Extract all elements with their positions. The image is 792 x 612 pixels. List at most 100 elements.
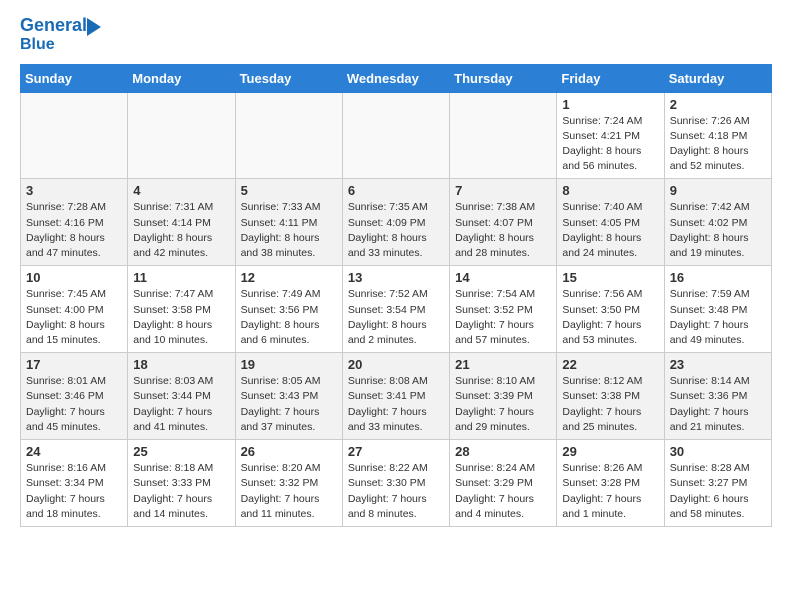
day-info: Sunrise: 8:03 AM Sunset: 3:44 PM Dayligh… [133, 374, 229, 435]
calendar-table: SundayMondayTuesdayWednesdayThursdayFrid… [20, 64, 772, 527]
calendar-cell: 16 Sunrise: 7:59 AM Sunset: 3:48 PM Dayli… [664, 266, 771, 353]
calendar-cell: 13 Sunrise: 7:52 AM Sunset: 3:54 PM Dayli… [342, 266, 449, 353]
calendar-cell: 3 Sunrise: 7:28 AM Sunset: 4:16 PM Daylig… [21, 179, 128, 266]
calendar-cell: 2Sunrise: 7:26 AM Sunset: 4:18 PM Daylig… [664, 92, 771, 179]
day-number: 14 [455, 270, 551, 285]
calendar-cell: 12 Sunrise: 7:49 AM Sunset: 3:56 PM Dayli… [235, 266, 342, 353]
day-number: 30 [670, 444, 766, 459]
weekday-header-saturday: Saturday [664, 64, 771, 92]
day-number: 26 [241, 444, 337, 459]
weekday-header-wednesday: Wednesday [342, 64, 449, 92]
calendar-cell: 15 Sunrise: 7:56 AM Sunset: 3:50 PM Dayli… [557, 266, 664, 353]
calendar-cell: 6 Sunrise: 7:35 AM Sunset: 4:09 PM Daylig… [342, 179, 449, 266]
weekday-header-friday: Friday [557, 64, 664, 92]
header: General Blue [20, 16, 772, 54]
day-number: 2 [670, 97, 766, 112]
day-number: 4 [133, 183, 229, 198]
day-number: 3 [26, 183, 122, 198]
logo-text-blue: Blue [20, 36, 55, 54]
calendar-cell [235, 92, 342, 179]
weekday-header-row: SundayMondayTuesdayWednesdayThursdayFrid… [21, 64, 772, 92]
calendar-cell [450, 92, 557, 179]
day-number: 1 [562, 97, 658, 112]
calendar-cell: 25 Sunrise: 8:18 AM Sunset: 3:33 PM Dayli… [128, 440, 235, 527]
calendar-cell: 24Sunrise: 8:16 AM Sunset: 3:34 PM Dayli… [21, 440, 128, 527]
day-info: Sunrise: 8:26 AM Sunset: 3:28 PM Dayligh… [562, 461, 658, 522]
calendar-cell [21, 92, 128, 179]
day-number: 21 [455, 357, 551, 372]
calendar-cell: 23 Sunrise: 8:14 AM Sunset: 3:36 PM Dayli… [664, 353, 771, 440]
day-info: Sunrise: 7:42 AM Sunset: 4:02 PM Dayligh… [670, 200, 766, 261]
calendar-cell: 19 Sunrise: 8:05 AM Sunset: 3:43 PM Dayli… [235, 353, 342, 440]
weekday-header-sunday: Sunday [21, 64, 128, 92]
day-number: 5 [241, 183, 337, 198]
day-number: 18 [133, 357, 229, 372]
calendar-cell: 8 Sunrise: 7:40 AM Sunset: 4:05 PM Daylig… [557, 179, 664, 266]
day-number: 25 [133, 444, 229, 459]
calendar-cell: 27Sunrise: 8:22 AM Sunset: 3:30 PM Dayli… [342, 440, 449, 527]
calendar-cell: 1 Sunrise: 7:24 AM Sunset: 4:21 PM Daylig… [557, 92, 664, 179]
day-number: 20 [348, 357, 444, 372]
day-info: Sunrise: 7:35 AM Sunset: 4:09 PM Dayligh… [348, 200, 444, 261]
day-number: 10 [26, 270, 122, 285]
day-info: Sunrise: 8:14 AM Sunset: 3:36 PM Dayligh… [670, 374, 766, 435]
calendar-cell: 20 Sunrise: 8:08 AM Sunset: 3:41 PM Dayli… [342, 353, 449, 440]
calendar-cell: 10Sunrise: 7:45 AM Sunset: 4:00 PM Dayli… [21, 266, 128, 353]
calendar-cell: 21 Sunrise: 8:10 AM Sunset: 3:39 PM Dayli… [450, 353, 557, 440]
calendar-cell: 5 Sunrise: 7:33 AM Sunset: 4:11 PM Daylig… [235, 179, 342, 266]
calendar-week-2: 3 Sunrise: 7:28 AM Sunset: 4:16 PM Daylig… [21, 179, 772, 266]
day-info: Sunrise: 7:49 AM Sunset: 3:56 PM Dayligh… [241, 287, 337, 348]
day-number: 19 [241, 357, 337, 372]
weekday-header-tuesday: Tuesday [235, 64, 342, 92]
day-info: Sunrise: 8:12 AM Sunset: 3:38 PM Dayligh… [562, 374, 658, 435]
day-info: Sunrise: 8:24 AM Sunset: 3:29 PM Dayligh… [455, 461, 551, 522]
day-number: 27 [348, 444, 444, 459]
day-info: Sunrise: 8:01 AM Sunset: 3:46 PM Dayligh… [26, 374, 122, 435]
day-info: Sunrise: 7:54 AM Sunset: 3:52 PM Dayligh… [455, 287, 551, 348]
day-info: Sunrise: 8:08 AM Sunset: 3:41 PM Dayligh… [348, 374, 444, 435]
day-number: 12 [241, 270, 337, 285]
logo: General Blue [20, 16, 101, 54]
day-number: 23 [670, 357, 766, 372]
day-number: 16 [670, 270, 766, 285]
day-number: 17 [26, 357, 122, 372]
logo-arrow-icon [87, 18, 101, 36]
calendar-cell: 28 Sunrise: 8:24 AM Sunset: 3:29 PM Dayli… [450, 440, 557, 527]
day-info: Sunrise: 8:20 AM Sunset: 3:32 PM Dayligh… [241, 461, 337, 522]
day-info: Sunrise: 8:18 AM Sunset: 3:33 PM Dayligh… [133, 461, 229, 522]
calendar-cell [128, 92, 235, 179]
day-info: Sunrise: 7:33 AM Sunset: 4:11 PM Dayligh… [241, 200, 337, 261]
day-info: Sunrise: 7:52 AM Sunset: 3:54 PM Dayligh… [348, 287, 444, 348]
day-number: 11 [133, 270, 229, 285]
day-number: 9 [670, 183, 766, 198]
day-info: Sunrise: 7:28 AM Sunset: 4:16 PM Dayligh… [26, 200, 122, 261]
day-number: 28 [455, 444, 551, 459]
calendar-cell: 7Sunrise: 7:38 AM Sunset: 4:07 PM Daylig… [450, 179, 557, 266]
calendar-week-1: 1 Sunrise: 7:24 AM Sunset: 4:21 PM Daylig… [21, 92, 772, 179]
day-info: Sunrise: 7:24 AM Sunset: 4:21 PM Dayligh… [562, 114, 658, 175]
calendar-week-4: 17 Sunrise: 8:01 AM Sunset: 3:46 PM Dayli… [21, 353, 772, 440]
day-info: Sunrise: 7:31 AM Sunset: 4:14 PM Dayligh… [133, 200, 229, 261]
calendar-week-5: 24Sunrise: 8:16 AM Sunset: 3:34 PM Dayli… [21, 440, 772, 527]
day-number: 7 [455, 183, 551, 198]
day-number: 13 [348, 270, 444, 285]
day-info: Sunrise: 8:28 AM Sunset: 3:27 PM Dayligh… [670, 461, 766, 522]
day-number: 29 [562, 444, 658, 459]
calendar-cell [342, 92, 449, 179]
calendar-cell: 22 Sunrise: 8:12 AM Sunset: 3:38 PM Dayli… [557, 353, 664, 440]
calendar-cell: 9 Sunrise: 7:42 AM Sunset: 4:02 PM Daylig… [664, 179, 771, 266]
calendar-cell: 18 Sunrise: 8:03 AM Sunset: 3:44 PM Dayli… [128, 353, 235, 440]
calendar-cell: 14 Sunrise: 7:54 AM Sunset: 3:52 PM Dayli… [450, 266, 557, 353]
day-info: Sunrise: 7:59 AM Sunset: 3:48 PM Dayligh… [670, 287, 766, 348]
day-info: Sunrise: 8:10 AM Sunset: 3:39 PM Dayligh… [455, 374, 551, 435]
day-number: 6 [348, 183, 444, 198]
calendar-cell: 29 Sunrise: 8:26 AM Sunset: 3:28 PM Dayli… [557, 440, 664, 527]
day-info: Sunrise: 7:40 AM Sunset: 4:05 PM Dayligh… [562, 200, 658, 261]
day-number: 22 [562, 357, 658, 372]
day-info: Sunrise: 7:56 AM Sunset: 3:50 PM Dayligh… [562, 287, 658, 348]
calendar-week-3: 10Sunrise: 7:45 AM Sunset: 4:00 PM Dayli… [21, 266, 772, 353]
calendar-cell: 30 Sunrise: 8:28 AM Sunset: 3:27 PM Dayli… [664, 440, 771, 527]
day-number: 15 [562, 270, 658, 285]
day-info: Sunrise: 8:05 AM Sunset: 3:43 PM Dayligh… [241, 374, 337, 435]
day-number: 8 [562, 183, 658, 198]
